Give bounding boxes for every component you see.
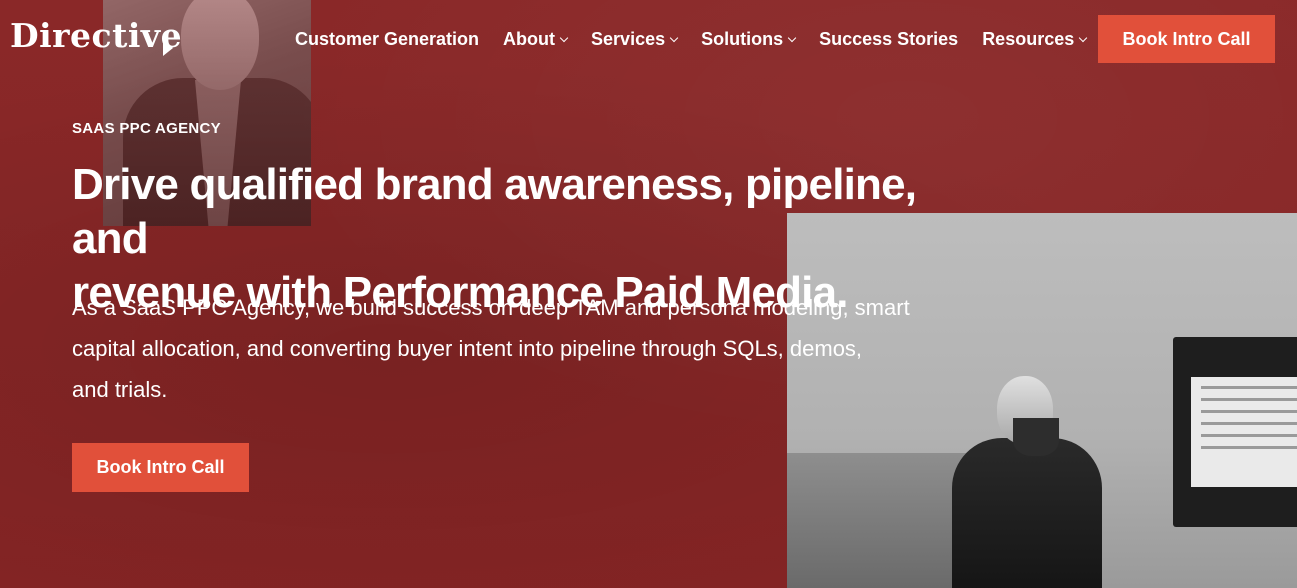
hero-description-line: and trials.	[72, 377, 168, 402]
logo[interactable]: Directive	[10, 16, 182, 55]
nav-item-success-stories[interactable]: Success Stories	[819, 29, 958, 50]
nav-item-label: Customer Generation	[295, 29, 480, 49]
nav-item-resources[interactable]: Resources	[982, 29, 1088, 50]
chevron-down-icon	[787, 33, 797, 43]
book-intro-call-header-button[interactable]: Book Intro Call	[1098, 15, 1275, 63]
nav-item-label: Solutions	[701, 29, 784, 49]
nav-item-services[interactable]: Services	[591, 29, 679, 50]
hero-eyebrow: SAAS PPC AGENCY	[72, 120, 221, 137]
chevron-down-icon	[1079, 33, 1088, 43]
nav-item-customer-generation[interactable]: Customer Generation	[295, 29, 479, 50]
logo-arrow-icon	[163, 40, 173, 56]
chevron-down-icon	[669, 33, 679, 43]
main-nav: Customer Generation About Services Solut…	[295, 29, 1088, 50]
hero-description-line: capital allocation, and converting buyer…	[72, 336, 863, 361]
hero-description: As a SaaS PPC Agency, we build success o…	[72, 287, 992, 410]
hero-headline-line: Drive qualified brand awareness, pipelin…	[72, 160, 917, 263]
site-header: Directive Customer Generation About Serv…	[0, 0, 1297, 80]
nav-item-solutions[interactable]: Solutions	[701, 29, 797, 50]
nav-item-label: Success Stories	[819, 29, 959, 49]
chevron-down-icon	[559, 33, 569, 43]
nav-item-label: Services	[591, 29, 666, 49]
nav-item-label: About	[503, 29, 556, 49]
hero-description-line: As a SaaS PPC Agency, we build success o…	[72, 295, 910, 320]
nav-item-about[interactable]: About	[503, 29, 569, 50]
book-intro-call-hero-button[interactable]: Book Intro Call	[72, 443, 249, 492]
nav-item-label: Resources	[982, 29, 1075, 49]
